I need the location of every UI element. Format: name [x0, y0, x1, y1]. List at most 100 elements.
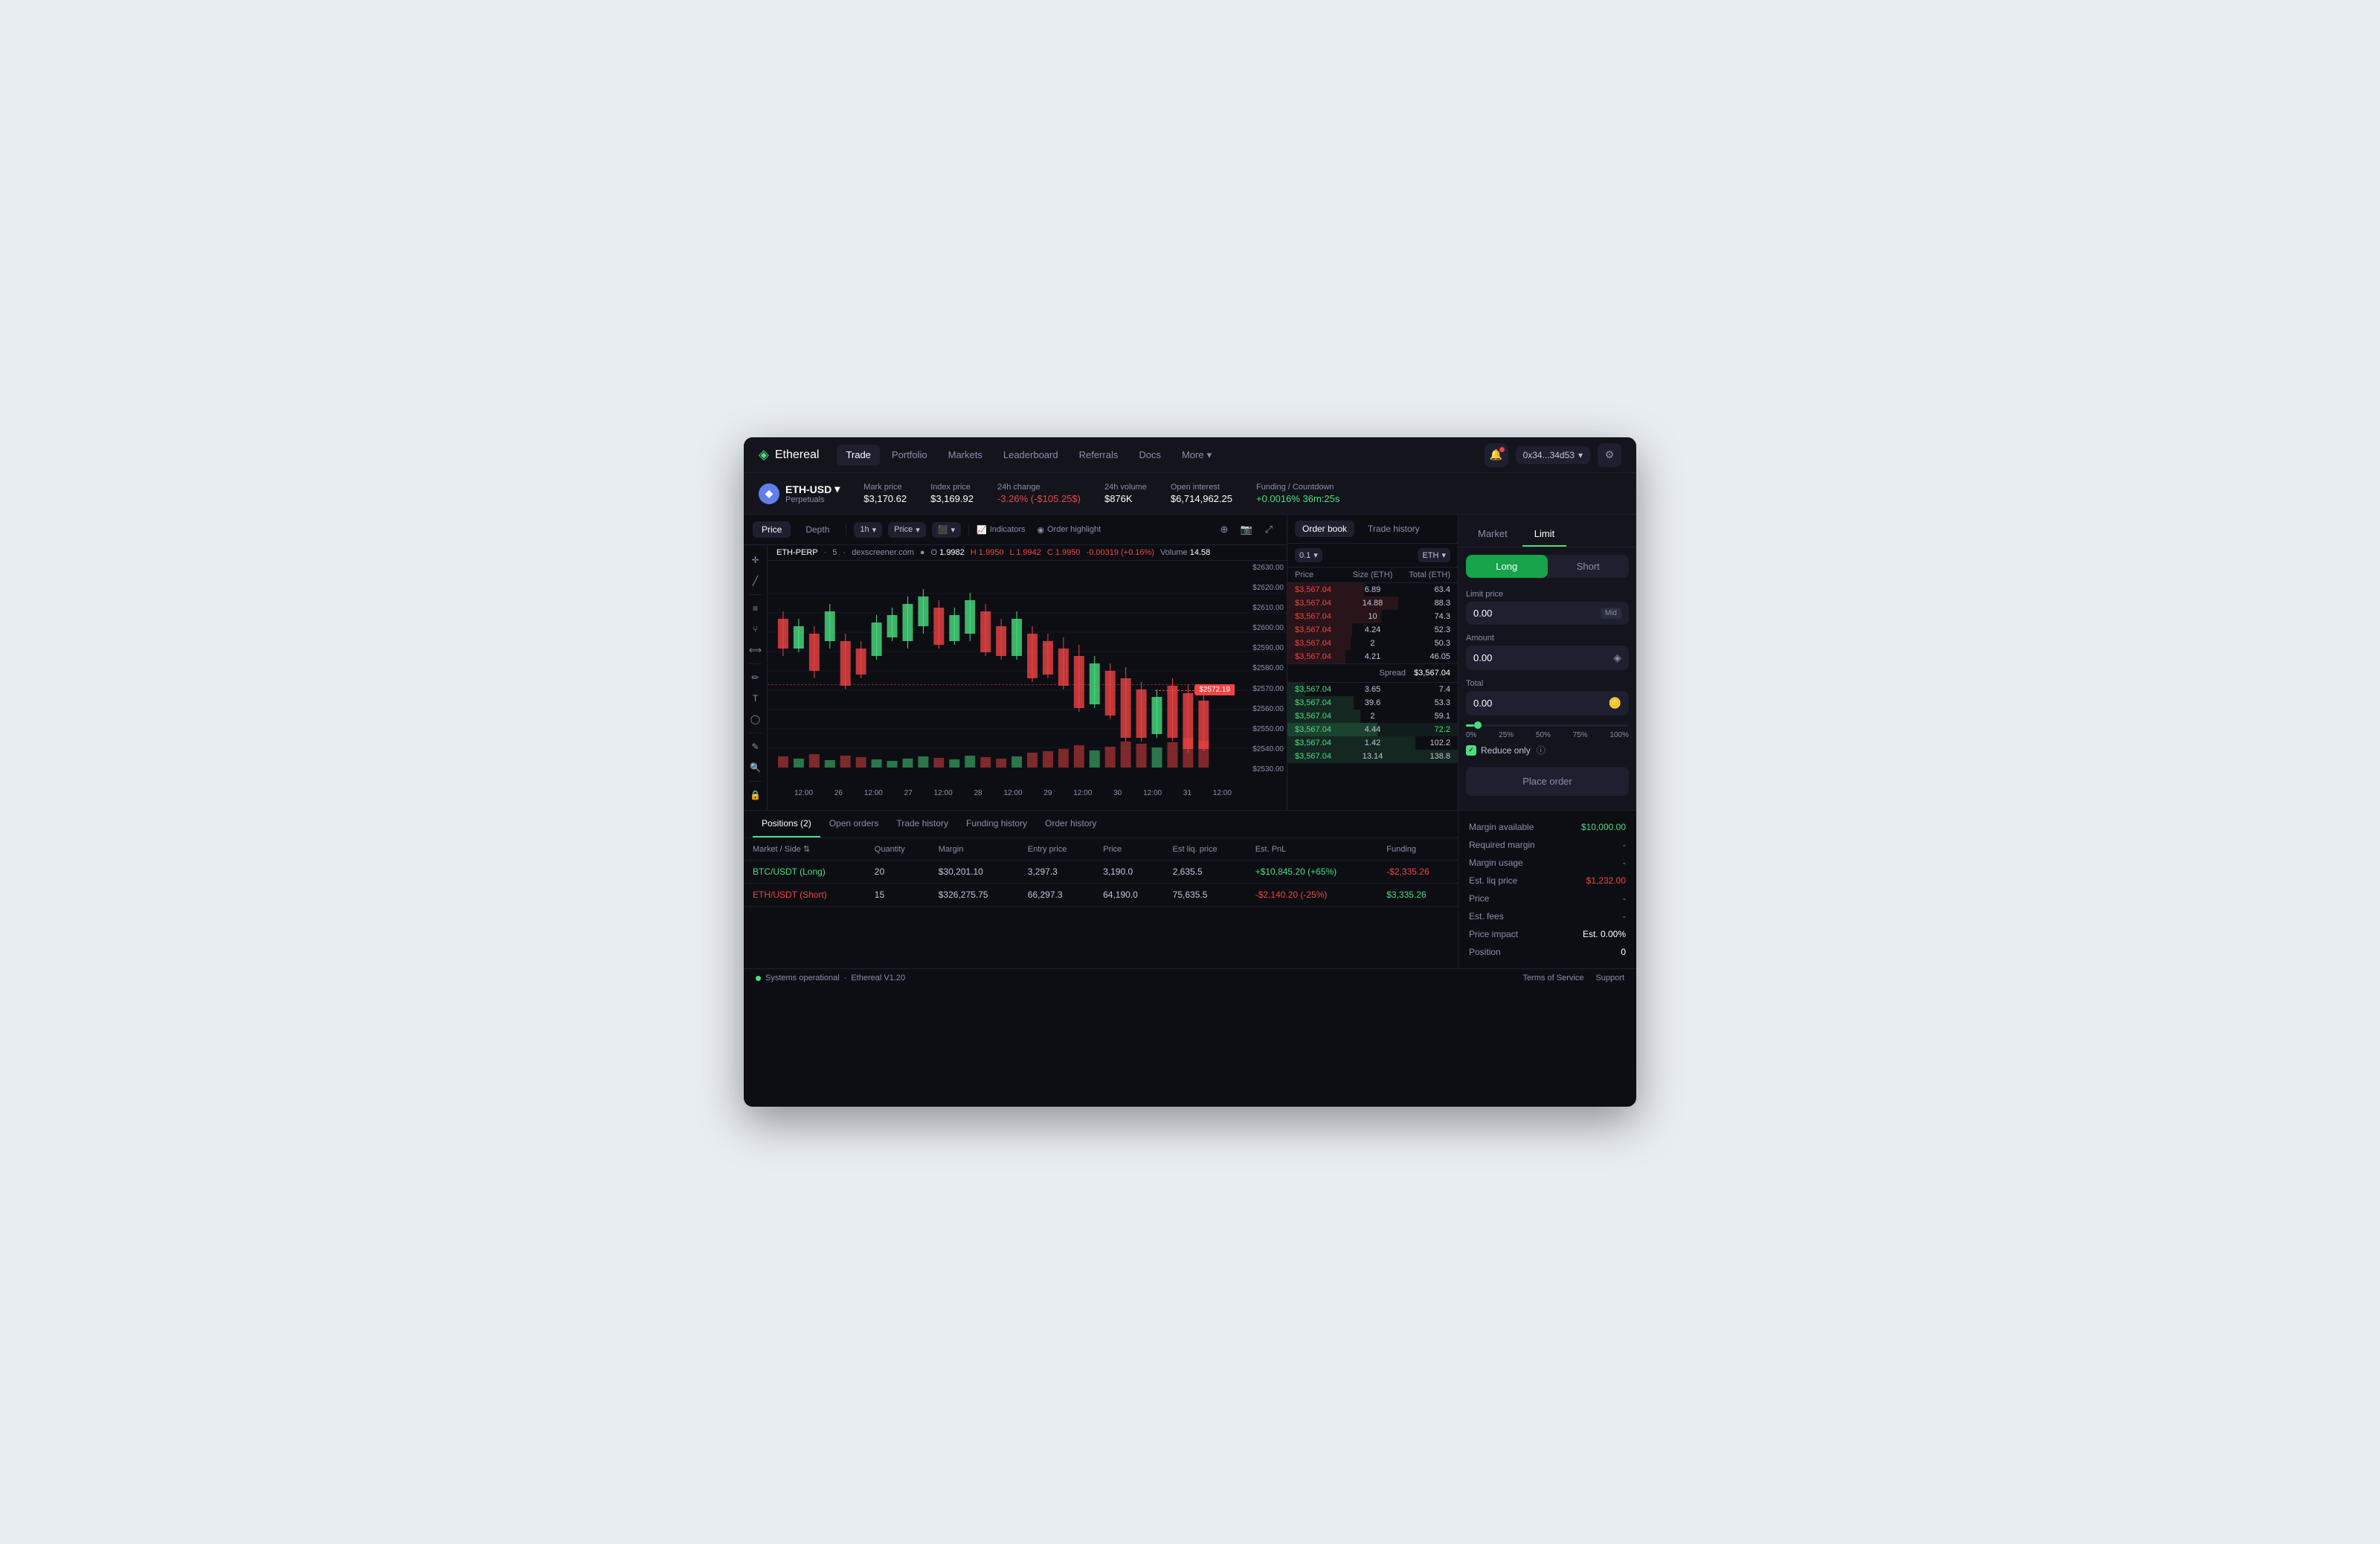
position-row-1[interactable]: ETH/USDT (Short) 15 $326,275.75 66,297.3… — [744, 884, 1458, 907]
ob-ask-row[interactable]: $3,567.04 4.21 46.05 — [1287, 650, 1458, 663]
chart-tab-depth[interactable]: Depth — [797, 521, 838, 538]
magnify-icon[interactable]: ⊕ — [1215, 521, 1233, 538]
ticker-funding: Funding / Countdown +0.0016% 36m:25s — [1256, 483, 1339, 504]
position-funding-1: $3,335.26 — [1377, 884, 1458, 907]
ob-bid-row[interactable]: $3,567.04 39.6 53.3 — [1287, 696, 1458, 710]
ob-bid-row[interactable]: $3,567.04 3.65 7.4 — [1287, 683, 1458, 696]
pencil-tool[interactable]: ✏ — [747, 669, 765, 686]
nav-item-portfolio[interactable]: Portfolio — [883, 445, 936, 466]
order-type-limit[interactable]: Limit — [1522, 522, 1566, 547]
trade-history-tab[interactable]: Trade history — [887, 811, 957, 837]
chart-canvas[interactable]: ETH-PERP · 5 · dexscreener.com ● O 1.998… — [768, 545, 1287, 810]
expand-icon[interactable]: ⤢ — [1260, 521, 1278, 538]
chart-side-tools: ✛ ╱ ≡ ⑂ ⟺ ✏ T ◯ ✎ 🔍 🔒 — [744, 545, 768, 810]
nav-item-more[interactable]: More ▾ — [1173, 445, 1220, 466]
slider-thumb[interactable] — [1474, 721, 1482, 729]
settings-button[interactable]: ⚙ — [1598, 443, 1621, 467]
margin-row-1: Required margin - — [1469, 836, 1626, 854]
limit-price-input[interactable]: 0.00 Mid — [1466, 602, 1629, 625]
direction-long[interactable]: Long — [1466, 555, 1548, 578]
nav-item-markets[interactable]: Markets — [939, 445, 991, 466]
col-entry: Entry price — [1019, 838, 1094, 861]
ob-ask-row[interactable]: $3,567.04 4.24 52.3 — [1287, 623, 1458, 637]
amount-input[interactable]: 0.00 ◈ — [1466, 646, 1629, 670]
candlestick-chart[interactable]: $2630.00 $2620.00 $2610.00 $2600.00 $259… — [768, 561, 1287, 799]
trend-line-tool[interactable]: ╱ — [747, 572, 765, 590]
circle-tool[interactable]: ◯ — [747, 710, 765, 728]
position-row-0[interactable]: BTC/USDT (Long) 20 $30,201.10 3,297.3 3,… — [744, 861, 1458, 884]
nav-item-leaderboard[interactable]: Leaderboard — [994, 445, 1067, 466]
position-funding-0: -$2,335.26 — [1377, 861, 1458, 884]
nav-item-referrals[interactable]: Referrals — [1070, 445, 1128, 466]
order-type-market[interactable]: Market — [1466, 522, 1519, 547]
status-dot — [756, 976, 761, 981]
ticker-24h-volume: 24h volume $876K — [1104, 483, 1147, 504]
order-history-tab[interactable]: Order history — [1036, 811, 1105, 837]
margin-row-7: Position 0 — [1469, 943, 1626, 961]
margin-row-5: Est. fees - — [1469, 907, 1626, 925]
position-entry-1: 66,297.3 — [1019, 884, 1094, 907]
ob-ask-row[interactable]: $3,567.04 2 50.3 — [1287, 637, 1458, 650]
search-tool[interactable]: 🔍 — [747, 759, 765, 776]
funding-history-tab[interactable]: Funding history — [957, 811, 1036, 837]
nav-logo[interactable]: ◈ Ethereal — [759, 447, 819, 463]
crosshair-tool[interactable]: ✛ — [747, 551, 765, 569]
reduce-only-help-icon[interactable]: ⓘ — [1537, 744, 1546, 756]
text-tool[interactable]: T — [747, 689, 765, 707]
ob-tab-tradehistory[interactable]: Trade history — [1360, 521, 1427, 537]
ob-bid-row[interactable]: $3,567.04 2 59.1 — [1287, 710, 1458, 723]
measure-tool[interactable]: ⟺ — [747, 641, 765, 659]
ob-bid-row[interactable]: $3,567.04 4.44 72.2 — [1287, 723, 1458, 736]
position-price-1: 64,190.0 — [1094, 884, 1164, 907]
time-label-7: 29 — [1043, 789, 1052, 797]
ob-bid-row[interactable]: $3,567.04 13.14 138.8 — [1287, 750, 1458, 763]
place-order-button[interactable]: Place order — [1466, 767, 1629, 796]
position-qty-0: 20 — [866, 861, 930, 884]
ob-ask-row[interactable]: $3,567.04 6.89 63.4 — [1287, 583, 1458, 596]
col-liq: Est liq. price — [1164, 838, 1247, 861]
reduce-only-checkbox[interactable]: ✓ — [1466, 745, 1476, 756]
toolbar-sep-2 — [968, 524, 969, 535]
ticker-mark-price: Mark price $3,170.62 — [863, 483, 907, 504]
time-label-3: 27 — [904, 789, 913, 797]
ob-size-selector[interactable]: 0.1 ▾ — [1295, 548, 1322, 562]
positions-tab[interactable]: Positions (2) — [753, 811, 820, 837]
ob-tab-orderbook[interactable]: Order book — [1295, 521, 1354, 537]
direction-short[interactable]: Short — [1548, 555, 1630, 578]
indicators-button[interactable]: 📈 Indicators — [977, 525, 1025, 535]
position-entry-0: 3,297.3 — [1019, 861, 1094, 884]
chart-type-selector[interactable]: Price ▾ — [888, 522, 926, 538]
col-quantity: Quantity — [866, 838, 930, 861]
nav-item-docs[interactable]: Docs — [1130, 445, 1170, 466]
terms-of-service-link[interactable]: Terms of Service — [1523, 974, 1584, 982]
slider-fill — [1466, 724, 1474, 727]
amount-slider[interactable] — [1466, 724, 1629, 727]
ob-currency-selector[interactable]: ETH ▾ — [1418, 548, 1450, 562]
order-type-tabs: Market Limit — [1458, 515, 1636, 547]
edit-tool[interactable]: ✎ — [747, 738, 765, 756]
notification-bell[interactable]: 🔔 — [1485, 443, 1508, 467]
lock-tool[interactable]: 🔒 — [747, 786, 765, 804]
time-label-2: 12:00 — [864, 789, 883, 797]
ob-bid-row[interactable]: $3,567.04 1.42 102.2 — [1287, 736, 1458, 750]
positions-table-body: BTC/USDT (Long) 20 $30,201.10 3,297.3 3,… — [744, 861, 1458, 907]
order-highlight-button[interactable]: ◉ Order highlight — [1037, 525, 1101, 535]
ticker-24h-change: 24h change -3.26% (-$105.25$) — [997, 483, 1081, 504]
total-input[interactable]: 0.00 🪙 — [1466, 691, 1629, 715]
horizontal-line-tool[interactable]: ≡ — [747, 599, 765, 617]
fork-tool[interactable]: ⑂ — [747, 620, 765, 638]
chart-tab-price[interactable]: Price — [753, 521, 791, 538]
ob-ask-row[interactable]: $3,567.04 10 74.3 — [1287, 610, 1458, 623]
open-orders-tab[interactable]: Open orders — [820, 811, 888, 837]
price-level-10: $2530.00 — [1235, 765, 1287, 773]
asset-selector[interactable]: ◆ ETH-USD ▾ Perpetuals — [759, 483, 840, 504]
camera-icon[interactable]: 📷 — [1238, 521, 1255, 538]
col-market: Market / Side ⇅ — [744, 838, 866, 861]
candle-type-selector[interactable]: ⬛ ▾ — [932, 522, 961, 538]
support-link[interactable]: Support — [1595, 974, 1624, 982]
nav-item-trade[interactable]: Trade — [837, 445, 879, 466]
timeframe-selector[interactable]: 1h ▾ — [854, 522, 882, 538]
wallet-address[interactable]: 0x34...34d53 ▾ — [1516, 446, 1590, 464]
ob-ask-row[interactable]: $3,567.04 14.88 88.3 — [1287, 596, 1458, 610]
logo-icon: ◈ — [759, 447, 769, 463]
